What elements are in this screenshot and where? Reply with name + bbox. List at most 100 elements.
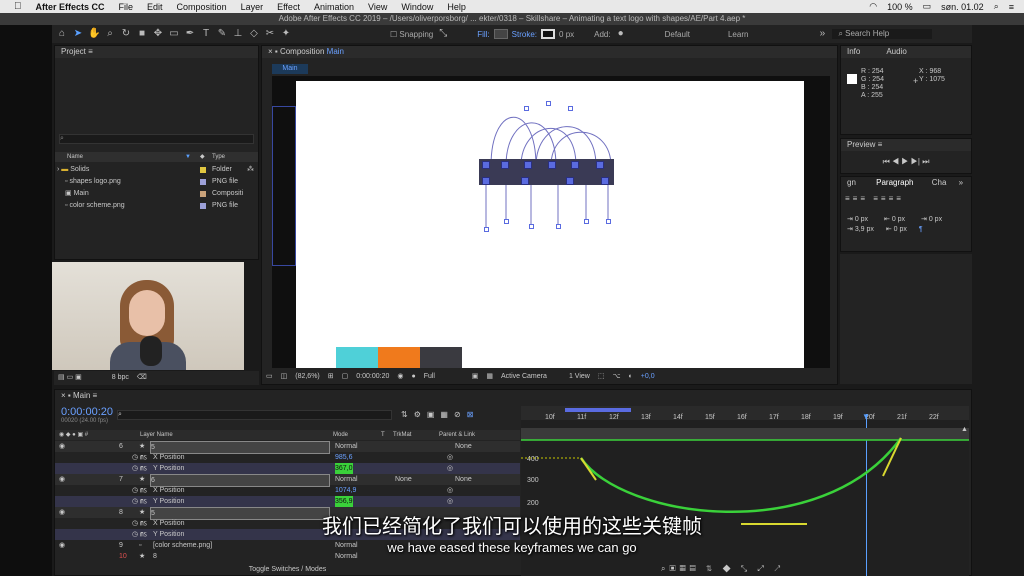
menu-effect[interactable]: Effect bbox=[277, 2, 300, 12]
pen-tool-icon[interactable]: ✒ bbox=[184, 28, 196, 40]
toggle-switches[interactable]: Toggle Switches / Modes bbox=[55, 566, 520, 576]
transparency-icon[interactable]: ▦ bbox=[486, 370, 493, 384]
comp-tab[interactable]: Main bbox=[272, 64, 308, 74]
brush-tool-icon[interactable]: ✎ bbox=[216, 28, 228, 40]
menu-composition[interactable]: Composition bbox=[177, 2, 227, 12]
menu-icon[interactable]: ≡ bbox=[1009, 2, 1014, 12]
grid-icon[interactable]: ⊞ bbox=[328, 370, 334, 384]
snap-icon[interactable]: ⤡ bbox=[437, 28, 449, 40]
next-frame-icon[interactable]: ▶| bbox=[911, 157, 920, 166]
comp-viewer[interactable] bbox=[272, 76, 830, 368]
search-help[interactable]: ⌕ Search Help bbox=[832, 29, 933, 39]
layer-row[interactable]: ◉ 6 ★ 5 Normal None bbox=[55, 441, 520, 454]
clock[interactable]: søn. 01.02 bbox=[941, 2, 984, 12]
zoom-level[interactable]: (82,6%) bbox=[295, 370, 320, 384]
stamp-tool-icon[interactable]: ⊥ bbox=[232, 28, 244, 40]
render-icon[interactable]: ⬚ bbox=[598, 370, 605, 384]
workspace-learn[interactable]: Learn bbox=[728, 30, 748, 39]
graph-tools[interactable]: ⌕▣▦▤ ⇅ ◆ ⤡ ⤢ ↗ bbox=[661, 564, 784, 574]
last-frame-icon[interactable]: ⏭ bbox=[922, 157, 929, 166]
menu-help[interactable]: Help bbox=[447, 2, 466, 12]
playhead-handle[interactable]: ▼ bbox=[862, 412, 870, 421]
add-label[interactable]: Add: bbox=[594, 30, 610, 39]
zoom-tool-icon[interactable]: ⌕ bbox=[104, 28, 116, 40]
project-search[interactable]: ⌕ bbox=[59, 134, 254, 144]
flow-icon[interactable]: ⌥ bbox=[612, 370, 620, 384]
prev-frame-icon[interactable]: ◀ bbox=[892, 157, 899, 166]
exposure-icon[interactable]: ◐ bbox=[629, 370, 633, 384]
home-icon[interactable]: ⌂ bbox=[56, 28, 68, 40]
time-ruler[interactable]: 10f 11f 12f 13f 14f 15f 16f 17f 18f 19f … bbox=[521, 414, 969, 428]
property-row[interactable]: ◷ ㎳ X Position 1074,9 ◎ bbox=[55, 485, 520, 496]
color-icon[interactable]: ● bbox=[411, 370, 415, 384]
close-icon[interactable]: × bbox=[268, 47, 273, 56]
view-select[interactable]: 1 View bbox=[569, 370, 590, 384]
align-buttons[interactable]: ≡≡≡ ≡≡≡≡ bbox=[841, 189, 971, 208]
timeline-search[interactable]: ⌕ bbox=[117, 410, 392, 420]
menu-edit[interactable]: Edit bbox=[147, 2, 163, 12]
comp-time[interactable]: 0:00:00:20 bbox=[356, 370, 389, 384]
exposure-value[interactable]: +0,0 bbox=[641, 370, 655, 384]
property-row[interactable]: ◷ ㎳ Y Position 367,0 ◎ bbox=[55, 463, 520, 474]
new-folder-icon[interactable]: ▭ bbox=[67, 374, 74, 381]
apple-icon[interactable]:  bbox=[14, 1, 22, 12]
tab-paragraph[interactable]: Paragraph bbox=[876, 178, 913, 187]
play-icon[interactable]: ▶ bbox=[901, 157, 908, 166]
snapshot-icon[interactable]: ◉ bbox=[397, 370, 403, 384]
col-name[interactable]: Name bbox=[67, 154, 83, 160]
tab-character[interactable]: Cha bbox=[932, 178, 947, 187]
stroke-width[interactable]: 0 px bbox=[559, 30, 574, 39]
col-type[interactable]: Type bbox=[212, 152, 225, 162]
mask-icon[interactable]: ◫ bbox=[281, 370, 288, 384]
property-row[interactable]: ◷ ㎳ Y Position 356,9 ◎ bbox=[55, 496, 520, 507]
stroke-swatch[interactable] bbox=[541, 29, 556, 39]
tab-align[interactable]: gn bbox=[847, 178, 856, 187]
property-row[interactable]: ◷ ㎳ X Position 985,6 ◎ bbox=[55, 452, 520, 463]
timeline-switches[interactable]: ⇅⚙▣▦⊘⊠ bbox=[401, 410, 479, 419]
anchor-tool-icon[interactable]: ✥ bbox=[152, 28, 164, 40]
preview-toggle-icon[interactable]: ▭ bbox=[266, 370, 273, 384]
type-tool-icon[interactable]: T bbox=[200, 28, 212, 40]
delete-icon[interactable]: ⌫ bbox=[137, 374, 147, 381]
sort-icon[interactable]: ▼ bbox=[185, 152, 191, 162]
selection-tool-icon[interactable]: ➤ bbox=[72, 28, 84, 40]
list-item[interactable]: ▫ shapes logo.png PNG file bbox=[55, 176, 258, 188]
battery-text[interactable]: 100 % bbox=[887, 2, 913, 12]
list-item[interactable]: › ▬ Solids Folder ⁂ bbox=[55, 164, 258, 176]
timeline-time[interactable]: 0:00:00:20 bbox=[61, 406, 113, 418]
hand-tool-icon[interactable]: ✋ bbox=[88, 28, 100, 40]
app-menu[interactable]: After Effects CC bbox=[36, 2, 105, 12]
roi-icon[interactable]: ▣ bbox=[472, 370, 479, 384]
indent-values[interactable]: ⇥ 0 px ⇤ 0 px ⇥ 0 px ⇥ 3,9 px ⇤ 0 px ¶ bbox=[847, 215, 942, 235]
tab-audio[interactable]: Audio bbox=[886, 47, 906, 56]
wifi-icon[interactable]: ◠ bbox=[869, 1, 877, 12]
menu-file[interactable]: File bbox=[119, 2, 134, 12]
work-area[interactable] bbox=[565, 408, 631, 412]
region-icon[interactable]: ▢ bbox=[342, 370, 349, 384]
pin-tool-icon[interactable]: ✦ bbox=[280, 28, 292, 40]
add-icon[interactable]: ● bbox=[615, 28, 627, 40]
menu-animation[interactable]: Animation bbox=[314, 2, 354, 12]
more-icon[interactable]: » bbox=[959, 178, 963, 187]
tag-icon[interactable]: ◆ bbox=[200, 152, 205, 162]
camera-tool-icon[interactable]: ■ bbox=[136, 28, 148, 40]
menu-view[interactable]: View bbox=[368, 2, 387, 12]
first-frame-icon[interactable]: ⏮ bbox=[883, 157, 890, 166]
layer-row[interactable]: ◉ 7 ★ 6 Normal None None bbox=[55, 474, 520, 487]
close-icon[interactable]: × bbox=[61, 391, 66, 400]
more-workspaces-icon[interactable]: » bbox=[816, 28, 828, 40]
quality-select[interactable]: Full bbox=[424, 370, 464, 384]
tab-info[interactable]: Info bbox=[847, 47, 860, 56]
scroll-icon[interactable]: ▲ bbox=[961, 426, 968, 433]
new-comp-icon[interactable]: ▣ bbox=[75, 374, 82, 381]
logo-shapes[interactable] bbox=[479, 159, 614, 185]
workspace-default[interactable]: Default bbox=[665, 30, 690, 39]
search-icon[interactable]: ⌕ bbox=[994, 1, 999, 12]
snapping-checkbox[interactable]: ☐ Snapping bbox=[390, 30, 433, 39]
eraser-tool-icon[interactable]: ◇ bbox=[248, 28, 260, 40]
shape-tool-icon[interactable]: ▭ bbox=[168, 28, 180, 40]
bpc-label[interactable]: 8 bpc bbox=[112, 374, 129, 381]
camera-select[interactable]: Active Camera bbox=[501, 370, 561, 384]
rotate-tool-icon[interactable]: ↻ bbox=[120, 28, 132, 40]
fill-swatch[interactable] bbox=[493, 29, 508, 39]
